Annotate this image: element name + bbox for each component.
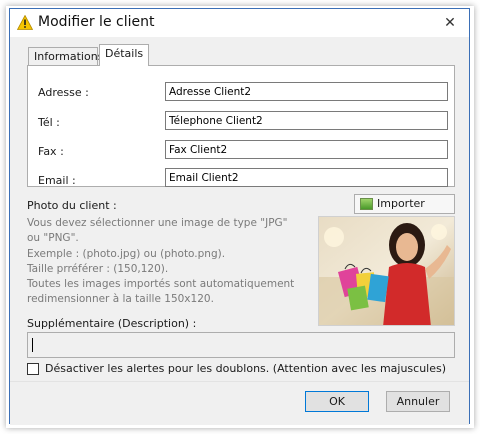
ok-button[interactable]: OK <box>305 391 369 412</box>
warning-icon <box>17 15 33 30</box>
help-line: Toutes les images importés sont automati… <box>27 278 295 291</box>
help-line: redimensionner à la taille 150x120. <box>27 293 214 306</box>
fax-field[interactable] <box>165 140 448 159</box>
help-line: Exemple : (photo.jpg) ou (photo.png). <box>27 247 226 260</box>
image-icon <box>360 198 373 210</box>
import-photo-button[interactable]: Importer photo <box>354 194 455 228</box>
close-button[interactable]: ✕ <box>441 14 459 32</box>
email-label: Email : <box>38 174 76 187</box>
email-field[interactable] <box>165 168 448 187</box>
help-line: Taille prréférer : (150,120). <box>27 262 169 275</box>
description-input[interactable] <box>27 332 455 358</box>
fax-label: Fax : <box>38 145 64 158</box>
photo-help-text: Vous devez sélectionner une image de typ… <box>27 216 312 308</box>
details-panel: Adresse : Tél : Fax : Email : <box>27 65 455 187</box>
title-bar[interactable]: Modifier le client ✕ <box>10 9 469 37</box>
window-title: Modifier le client <box>38 14 155 30</box>
duplicate-alert-checkbox[interactable] <box>27 363 39 375</box>
address-field[interactable] <box>165 82 448 101</box>
photo-section-label: Photo du client : <box>27 199 117 212</box>
client-photo <box>318 216 455 326</box>
phone-field[interactable] <box>165 111 448 130</box>
text-caret <box>32 338 33 352</box>
help-line: Vous devez sélectionner une image de typ… <box>27 217 288 229</box>
help-line: ou "PNG". <box>27 232 79 245</box>
tab-informations[interactable]: Informations <box>28 47 103 66</box>
phone-label: Tél : <box>38 116 60 129</box>
button-bar: OK Annuler <box>10 381 469 425</box>
duplicate-alert-label: Désactiver les alertes pour les doublons… <box>45 362 447 375</box>
description-label: Supplémentaire (Description) : <box>27 317 197 330</box>
dialog-window: Modifier le client ✕ Informations Détail… <box>9 8 470 425</box>
cancel-button[interactable]: Annuler <box>386 391 450 412</box>
tab-details[interactable]: Détails <box>99 44 149 66</box>
address-label: Adresse : <box>38 86 89 99</box>
